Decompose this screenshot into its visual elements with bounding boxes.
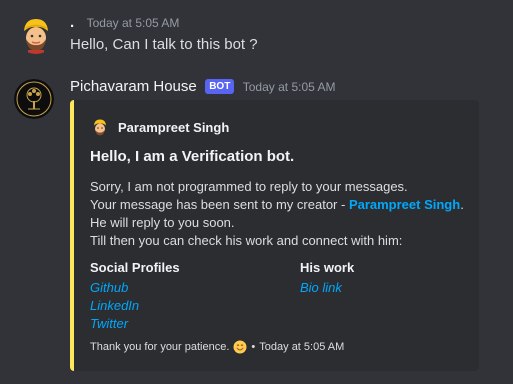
- bot-username[interactable]: Pichavaram House: [70, 78, 197, 95]
- bot-badge: BOT: [205, 79, 235, 94]
- embed-desc-line-2-suffix: .: [460, 197, 464, 212]
- smile-emoji-icon: [233, 340, 247, 354]
- embed-footer-text: Thank you for your patience.: [90, 341, 230, 353]
- creator-mention[interactable]: Parampreet Singh: [349, 197, 460, 212]
- author-avatar-icon: [90, 117, 110, 137]
- user-message-timestamp: Today at 5:05 AM: [86, 16, 180, 30]
- sikh-man-avatar-icon[interactable]: [16, 14, 56, 54]
- embed-title: Hello, I am a Verification bot.: [90, 148, 295, 165]
- embed-footer-timestamp: Today at 5:05 AM: [259, 341, 345, 353]
- user-message-text: Hello, Can I talk to this bot ?: [70, 36, 258, 53]
- embed-desc-line-2-prefix: Your message has been sent to my creator…: [90, 197, 349, 212]
- embed-desc-line-3: He will reply to you soon.: [90, 215, 235, 230]
- embed-author-name[interactable]: Parampreet Singh: [118, 120, 229, 135]
- his-work-field-name: His work: [300, 260, 355, 275]
- bot-message-timestamp: Today at 5:05 AM: [242, 80, 336, 94]
- twitter-link[interactable]: Twitter: [90, 316, 128, 331]
- embed-footer: Thank you for your patience. • Today at …: [90, 340, 344, 354]
- github-link[interactable]: Github: [90, 280, 128, 295]
- social-profiles-field-name: Social Profiles: [90, 260, 180, 275]
- embed-desc-line-1: Sorry, I am not programmed to reply to y…: [90, 179, 408, 194]
- tree-logo-avatar-icon[interactable]: [14, 79, 54, 119]
- embed-description: Sorry, I am not programmed to reply to y…: [90, 178, 464, 250]
- embed-desc-line-4: Till then you can check his work and con…: [90, 233, 403, 248]
- embed-footer-separator: •: [251, 341, 256, 353]
- embed-desc-line-2: Your message has been sent to my creator…: [90, 196, 464, 214]
- user-username[interactable]: .: [70, 14, 74, 31]
- bio-link[interactable]: Bio link: [300, 280, 342, 295]
- linkedin-link[interactable]: LinkedIn: [90, 298, 139, 313]
- embed-author: Parampreet Singh: [90, 117, 229, 137]
- verification-embed: Parampreet Singh Hello, I am a Verificat…: [70, 100, 479, 371]
